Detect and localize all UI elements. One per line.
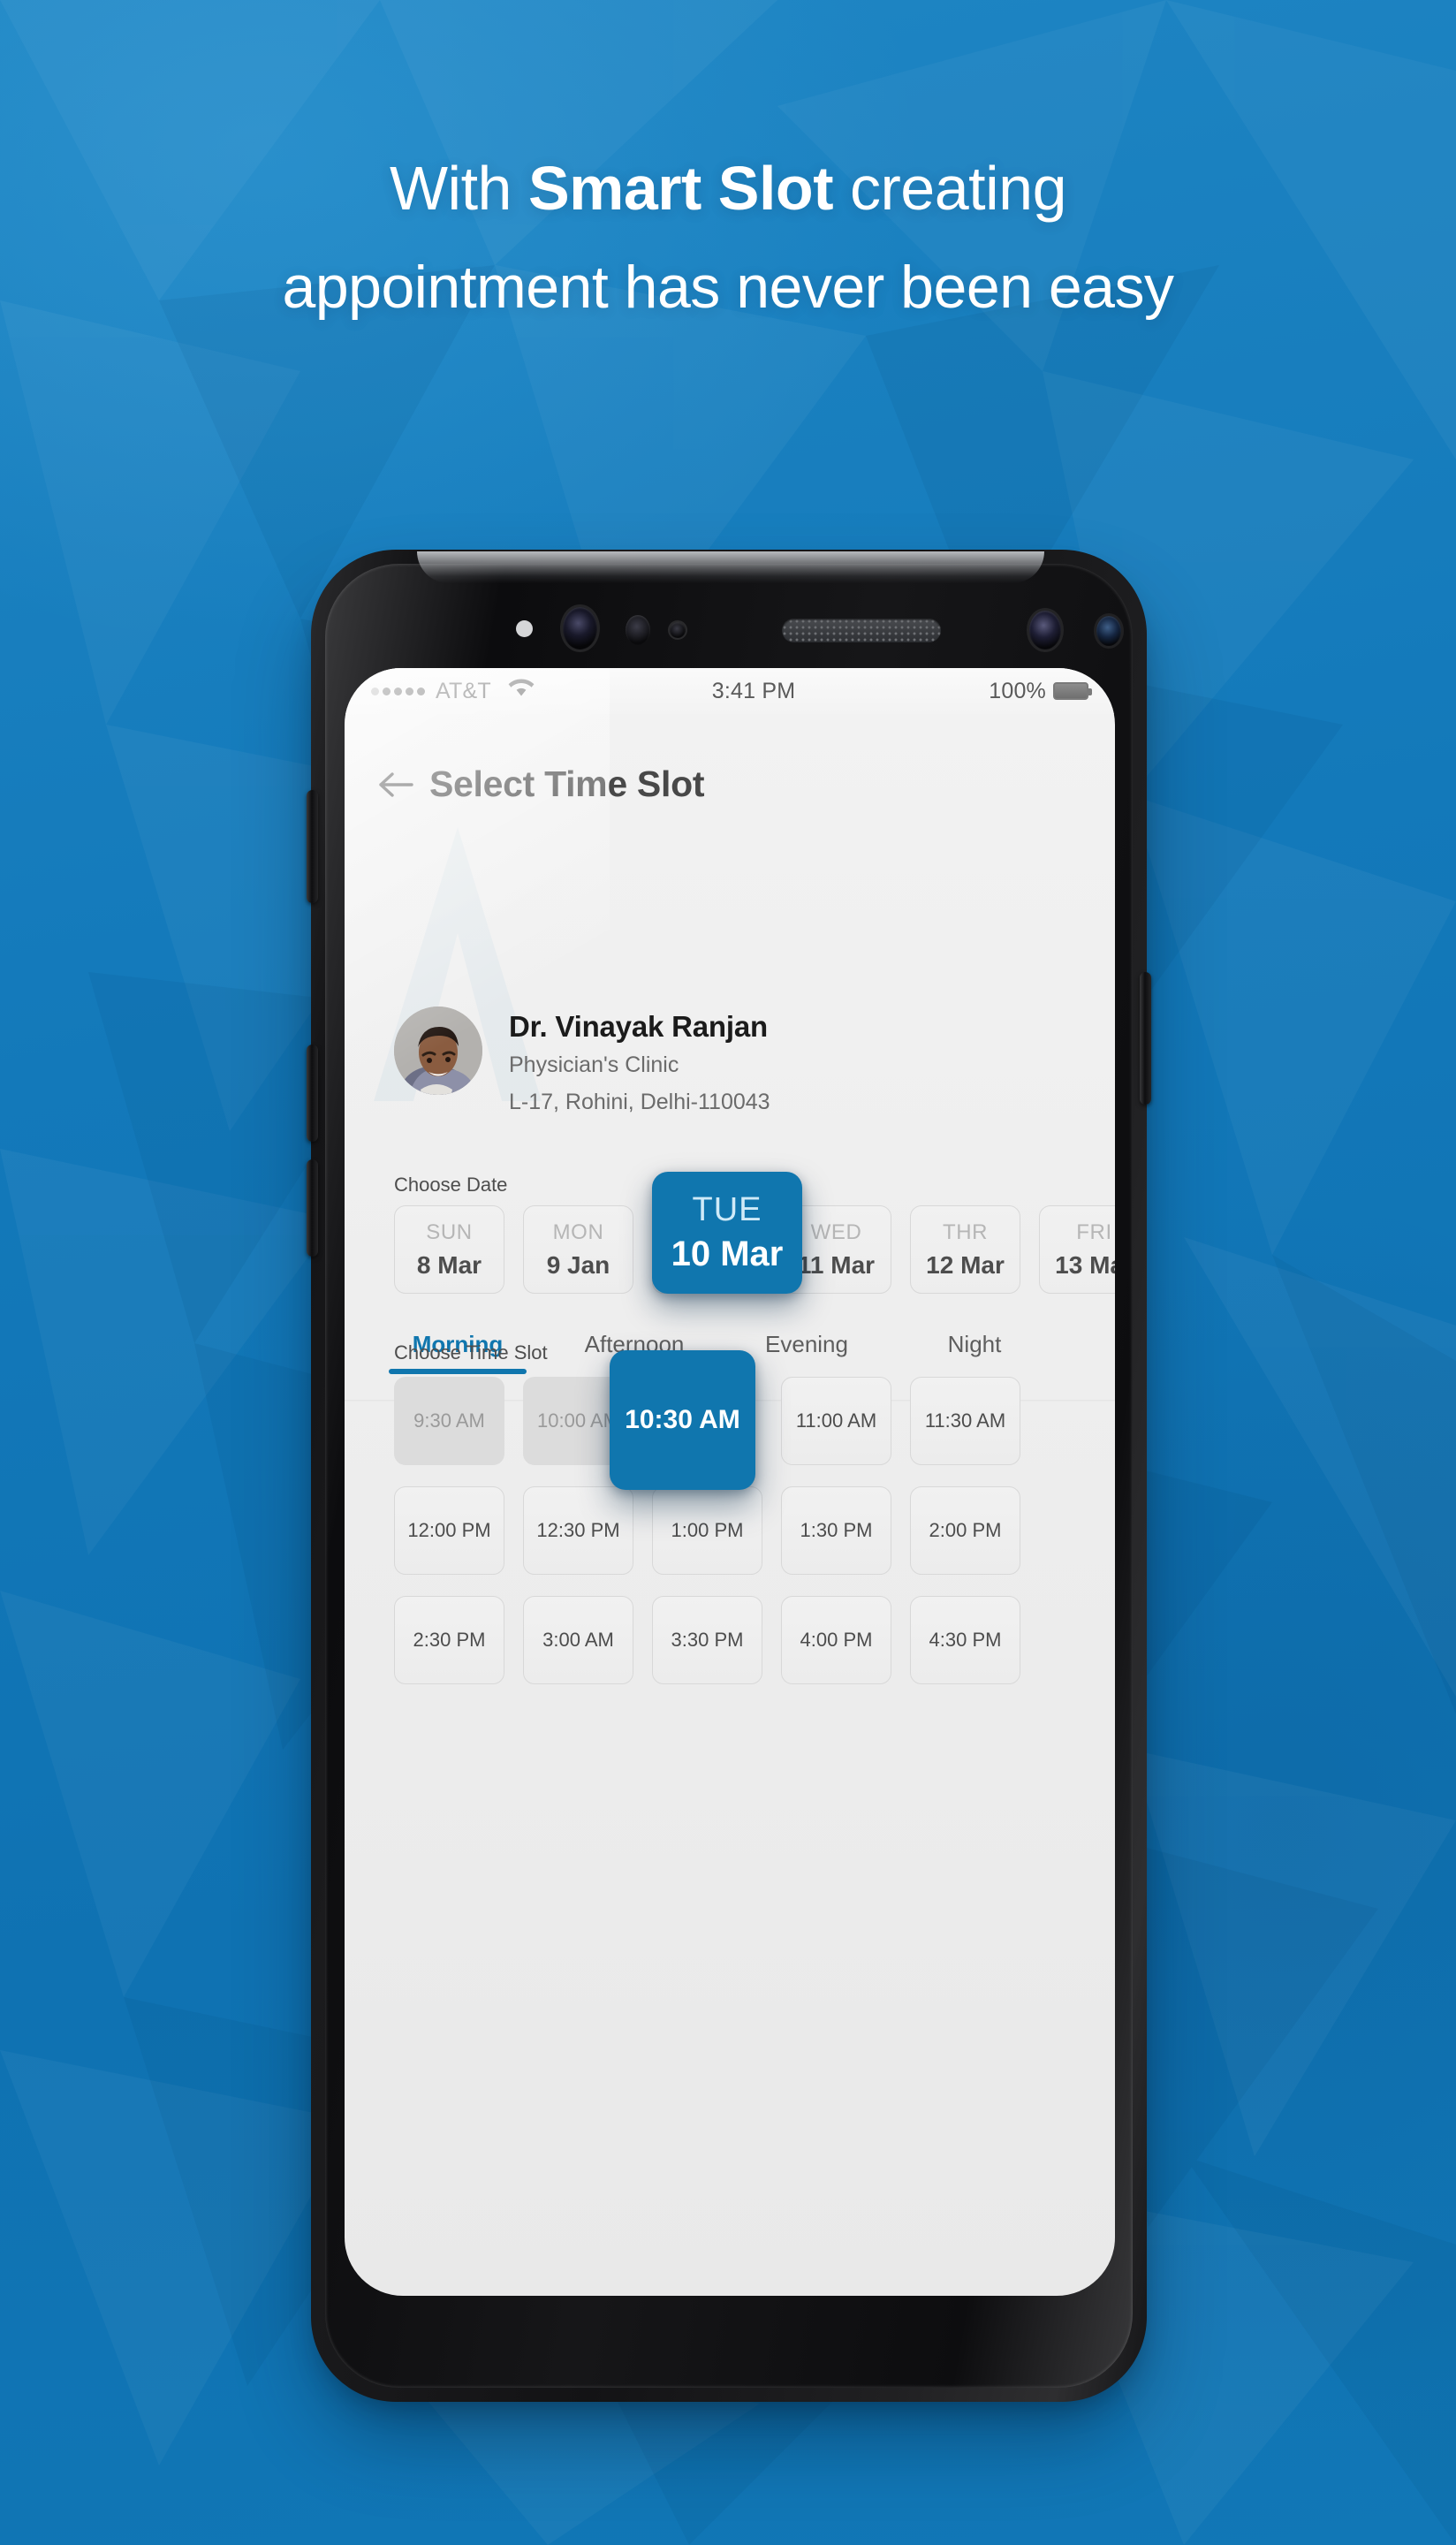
ir-sensor-icon [668,620,687,640]
back-arrow-icon[interactable] [376,767,413,802]
phone-mockup: AT&T 3:41 PM 100% Select Time Slot Dr. V… [306,543,1152,2409]
page-title: Select Time Slot [429,764,705,804]
doctor-info: Dr. Vinayak Ranjan Physician's Clinic L-… [394,1007,770,1115]
front-camera-icon [560,604,600,652]
signal-dots-icon [371,687,425,695]
selected-date-card[interactable]: TUE 10 Mar [652,1172,802,1294]
doctor-avatar [394,1007,482,1095]
status-bar: AT&T 3:41 PM 100% [345,668,1115,714]
date-card[interactable]: THR 12 Mar [910,1205,1020,1294]
time-slot: 9:30 AM [394,1377,504,1465]
date-card-day: 13 Mar [1055,1250,1115,1279]
time-slot[interactable]: 3:30 PM [652,1596,762,1684]
date-card[interactable]: MON 9 Jan [523,1205,633,1294]
tab-night[interactable]: Night [891,1331,1058,1374]
time-slot[interactable]: 11:00 AM [781,1377,891,1465]
proximity-sensor-icon [626,615,650,645]
choose-date-label: Choose Date [394,1174,508,1196]
time-slot[interactable]: 12:30 PM [523,1486,633,1575]
date-card[interactable]: SUN 8 Mar [394,1205,504,1294]
app-header: Select Time Slot [376,764,704,805]
iris-scanner-icon [1027,608,1064,652]
phone-body: AT&T 3:41 PM 100% Select Time Slot Dr. V… [307,550,1151,2402]
bixby-button[interactable] [307,790,318,903]
selected-date-dow: TUE [692,1191,762,1228]
status-bar-right: 100% [989,678,1092,704]
choose-time-slot-label: Choose Time Slot [394,1341,548,1364]
doctor-clinic: Physician's Clinic [509,1052,679,1077]
time-slot[interactable]: 3:00 AM [523,1596,633,1684]
time-slot[interactable]: 1:30 PM [781,1486,891,1575]
date-card-dow: FRI [1076,1219,1112,1244]
headline-brand: Smart Slot [527,154,834,223]
wifi-icon [508,678,535,704]
volume-down-button[interactable] [307,1045,318,1142]
status-bar-left: AT&T [371,678,535,704]
date-card-day: 9 Jan [546,1250,610,1279]
selected-date-day: 10 Mar [671,1235,784,1273]
time-slot[interactable]: 4:30 PM [910,1596,1020,1684]
date-card-day: 11 Mar [797,1250,876,1279]
battery-percent-label: 100% [989,678,1046,703]
marketing-headline: With Smart Slot creating appointment has… [0,148,1456,326]
date-card-dow: THR [942,1219,989,1244]
volume-up-button[interactable] [307,1159,318,1257]
earpiece-speaker-icon [782,619,941,642]
headline-line-1-post: creating [833,154,1067,223]
phone-top-gloss [417,551,1044,583]
date-card-dow: SUN [426,1219,473,1244]
notification-led-icon [516,620,533,637]
status-bar-clock: 3:41 PM [711,678,796,703]
power-button[interactable] [1140,972,1151,1105]
date-card-dow: WED [810,1219,862,1244]
headline-line-1: With Smart Slot creating [0,148,1456,229]
headline-line-2: appointment has never been easy [282,254,1174,321]
doctor-text-block: Dr. Vinayak Ranjan Physician's Clinic L-… [509,1007,770,1115]
date-card[interactable]: FRI 13 Mar [1039,1205,1115,1294]
time-slot[interactable]: 1:00 PM [652,1486,762,1575]
battery-full-icon [1053,682,1092,700]
date-card-day: 8 Mar [416,1250,482,1279]
date-card-dow: MON [552,1219,604,1244]
doctor-name: Dr. Vinayak Ranjan [509,1010,768,1043]
time-slot[interactable]: 2:00 PM [910,1486,1020,1575]
doctor-address: L-17, Rohini, Delhi-110043 [509,1090,770,1114]
date-card-day: 12 Mar [926,1250,1005,1279]
time-slot[interactable]: 11:30 AM [910,1377,1020,1465]
phone-sensor-bar [311,585,1147,668]
time-slot[interactable]: 4:00 PM [781,1596,891,1684]
headline-line-1-pre: With [389,154,528,223]
light-sensor-icon [1094,613,1124,649]
time-slot[interactable]: 2:30 PM [394,1596,504,1684]
phone-screen: AT&T 3:41 PM 100% Select Time Slot Dr. V… [345,668,1115,2296]
time-slot[interactable]: 12:00 PM [394,1486,504,1575]
selected-time-slot-card[interactable]: 10:30 AM [610,1350,755,1490]
carrier-label: AT&T [436,678,491,703]
